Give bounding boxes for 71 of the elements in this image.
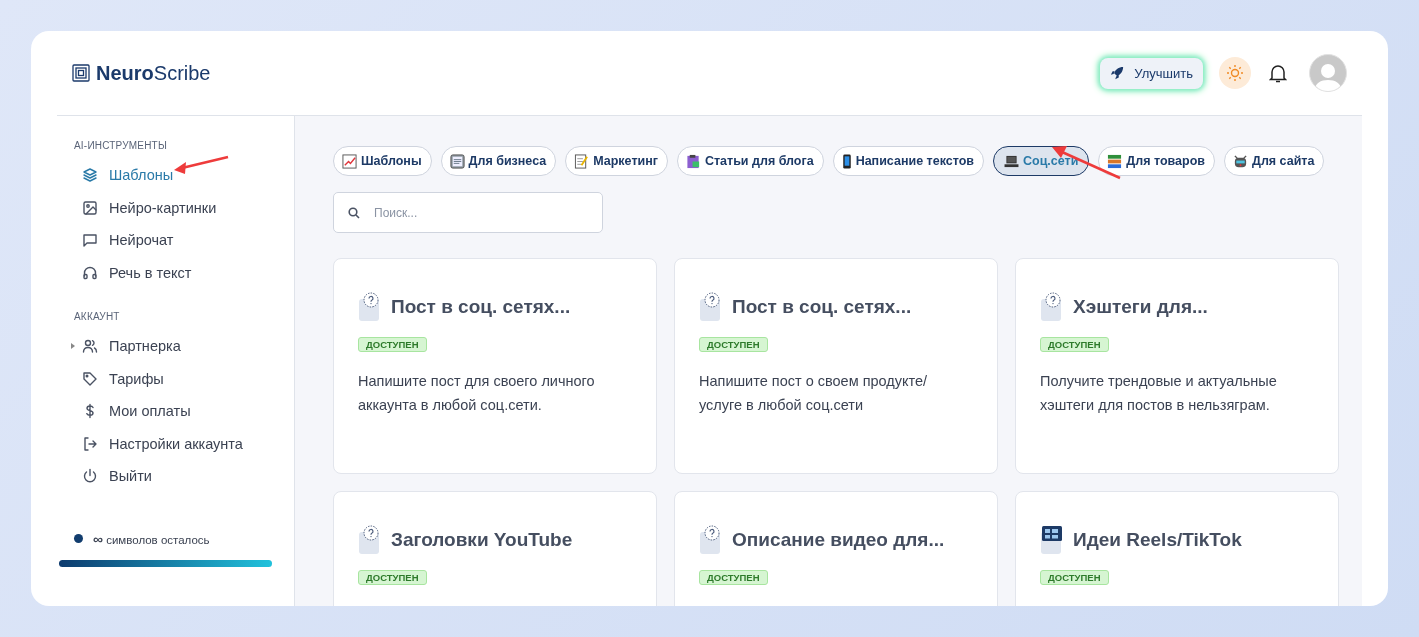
books-icon: [1107, 153, 1123, 169]
template-card[interactable]: Описание видео для... ДОСТУПЕН: [674, 491, 998, 606]
search-field[interactable]: Поиск...: [333, 192, 603, 233]
headphones-icon: [82, 264, 98, 281]
annotation-arrow: [172, 154, 230, 176]
card-description: Напишите пост о своем продукте/ услуге в любой соц.сети: [699, 372, 929, 415]
power-icon: [82, 468, 98, 485]
category-chip[interactable]: Шаблоны: [333, 146, 432, 176]
card-description: Напишите пост для своего личного аккаунта в любой соц.сети.: [358, 372, 596, 415]
card-title: Описание видео для...: [732, 529, 945, 551]
sidebar-item[interactable]: Мои оплаты: [74, 395, 191, 428]
card-title: Идеи Reels/TikTok: [1073, 529, 1242, 551]
category-chip[interactable]: Написание текстов: [832, 146, 984, 176]
users-icon: [82, 338, 98, 355]
template-card[interactable]: Пост в соц. сетях... ДОСТУПЕН Напишите пост для своего личного аккаунта в любой соц.сети.: [333, 258, 657, 474]
robot-icon: [1233, 153, 1248, 169]
chat-icon: [82, 232, 98, 249]
template-card[interactable]: Идеи Reels/TikTok ДОСТУПЕН: [1015, 491, 1339, 606]
clipboard-icon: [685, 153, 701, 169]
newspaper-icon: [449, 153, 465, 169]
template-card[interactable]: Заголовки YouTube ДОСТУПЕН: [333, 491, 657, 606]
template-card[interactable]: Пост в соц. сетях... ДОСТУПЕН Напишите пост о своем продукте/ услуге в любой соц.сети: [674, 258, 998, 474]
status-badge: ДОСТУПЕН: [699, 337, 768, 352]
upgrade-button[interactable]: Улучшить: [1100, 57, 1203, 89]
category-chip[interactable]: Соц.сети: [992, 146, 1090, 176]
category-chip[interactable]: Маркетинг: [565, 146, 668, 176]
card-title: Пост в соц. сетях...: [732, 296, 912, 318]
card-title: Хэштеги для...: [1073, 296, 1208, 318]
section-heading: АККАУНТ: [74, 311, 121, 322]
symbols-remaining-text: ∞ символов осталось: [93, 530, 210, 547]
app-logo[interactable]: NeuroScribe: [96, 61, 211, 85]
phone-icon: [841, 153, 852, 169]
sidebar-item[interactable]: Речь в текст: [74, 256, 192, 289]
sidebar-item[interactable]: Нейро-картинки: [74, 191, 217, 224]
status-badge: ДОСТУПЕН: [358, 570, 427, 585]
film-icon: [1039, 524, 1065, 556]
layers-icon: [82, 167, 98, 184]
card-title: Заголовки YouTube: [391, 529, 573, 551]
status-badge: ДОСТУПЕН: [358, 337, 427, 352]
category-chip[interactable]: Для товаров: [1098, 146, 1215, 176]
sidebar-item[interactable]: Выйти: [74, 460, 152, 493]
theme-toggle-button[interactable]: [1219, 57, 1251, 89]
sidebar-item[interactable]: Нейрочат: [74, 224, 174, 257]
sidebar-item[interactable]: Партнерка: [74, 330, 181, 363]
sidebar-item[interactable]: Тарифы: [74, 362, 164, 395]
card-description: Получите трендовые и актуальные хэштеги для постов в нельзяграм.: [1040, 372, 1278, 415]
sun-icon: [1226, 64, 1244, 82]
status-dot: [74, 534, 83, 543]
search-icon: [348, 207, 360, 219]
section-heading: AI-ИНСТРУМЕНТЫ: [74, 140, 168, 151]
memo-icon: [574, 153, 590, 169]
logo-icon: [72, 64, 90, 82]
category-chip[interactable]: Для бизнеса: [440, 146, 557, 176]
template-card[interactable]: Хэштеги для... ДОСТУПЕН Получите трендовые и актуальные хэштеги для постов в нельзяграм.: [1015, 258, 1339, 474]
logout-icon: [82, 435, 98, 452]
notifications-button[interactable]: [1269, 63, 1287, 83]
card-title: Пост в соц. сетях...: [391, 296, 571, 318]
status-badge: ДОСТУПЕН: [1040, 337, 1109, 352]
image-icon: [82, 199, 98, 216]
bell-icon: [1269, 63, 1287, 83]
chart-icon: [342, 153, 357, 169]
status-badge: ДОСТУПЕН: [1040, 570, 1109, 585]
sidebar-item[interactable]: Шаблоны: [74, 159, 174, 192]
sidebar-item[interactable]: Настройки аккаунта: [74, 427, 243, 460]
category-chip[interactable]: Для сайта: [1224, 146, 1325, 176]
tag-icon: [82, 370, 98, 387]
category-chip[interactable]: Статьи для блога: [676, 146, 824, 176]
rocket-icon: [1110, 66, 1125, 80]
expand-caret-icon[interactable]: [71, 343, 75, 350]
laptop-icon: [1003, 154, 1019, 168]
status-badge: ДОСТУПЕН: [699, 570, 768, 585]
